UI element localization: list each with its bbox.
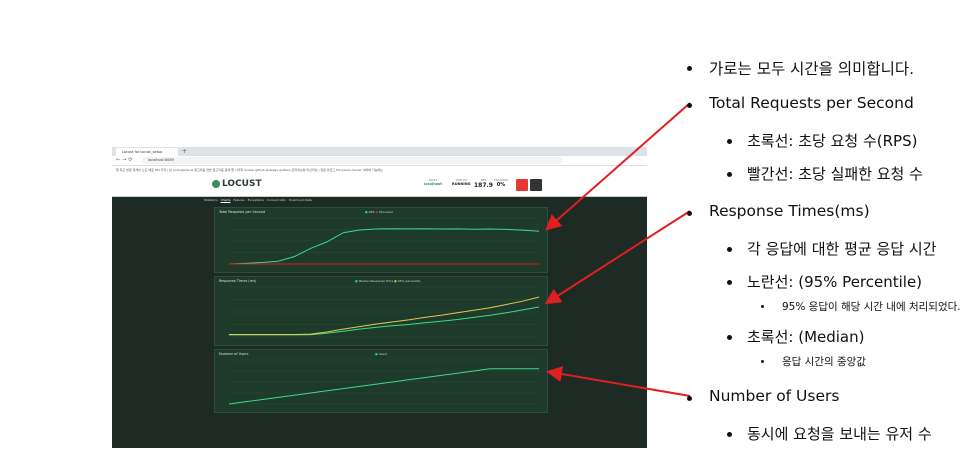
bullet-icon [761, 305, 764, 308]
arrow-rps [544, 102, 691, 231]
bullet-icon [687, 66, 692, 71]
bullet-icon [687, 396, 692, 401]
bullet-icon [727, 432, 732, 437]
bullet-icon [727, 172, 732, 177]
note-line: Number of Users [709, 387, 840, 405]
note-line: Total Requests per Second [709, 94, 914, 112]
note-line: 각 응답에 대한 평균 응답 시간 [747, 240, 937, 258]
note-line: Response Times(ms) [709, 202, 870, 220]
note-line: 동시에 요청을 보내는 유저 수 [747, 425, 932, 443]
arrow-users [546, 366, 691, 397]
arrow-response-time [544, 210, 691, 305]
bullet-icon [761, 360, 764, 363]
note-line: 노란선: (95% Percentile) [747, 273, 923, 291]
bullet-icon [727, 335, 732, 340]
note-line: 초록선: 초당 요청 수(RPS) [747, 132, 918, 150]
note-line: 가로는 모두 시간을 의미합니다. [709, 60, 915, 78]
bullet-icon [727, 139, 732, 144]
bullet-icon [727, 280, 732, 285]
note-line: 95% 응답이 해당 시간 내에 처리되었다. [782, 301, 961, 313]
note-line: 응답 시간의 중앙값 [782, 356, 866, 368]
bullet-icon [687, 211, 692, 216]
note-line: 초록선: (Median) [747, 328, 865, 346]
bullet-icon [727, 247, 732, 252]
bullet-icon [687, 103, 692, 108]
slide: Locust for locust_setup + ←→⟳ localhost:… [0, 0, 975, 461]
note-line: 빨간선: 초당 실패한 요청 수 [747, 165, 923, 183]
